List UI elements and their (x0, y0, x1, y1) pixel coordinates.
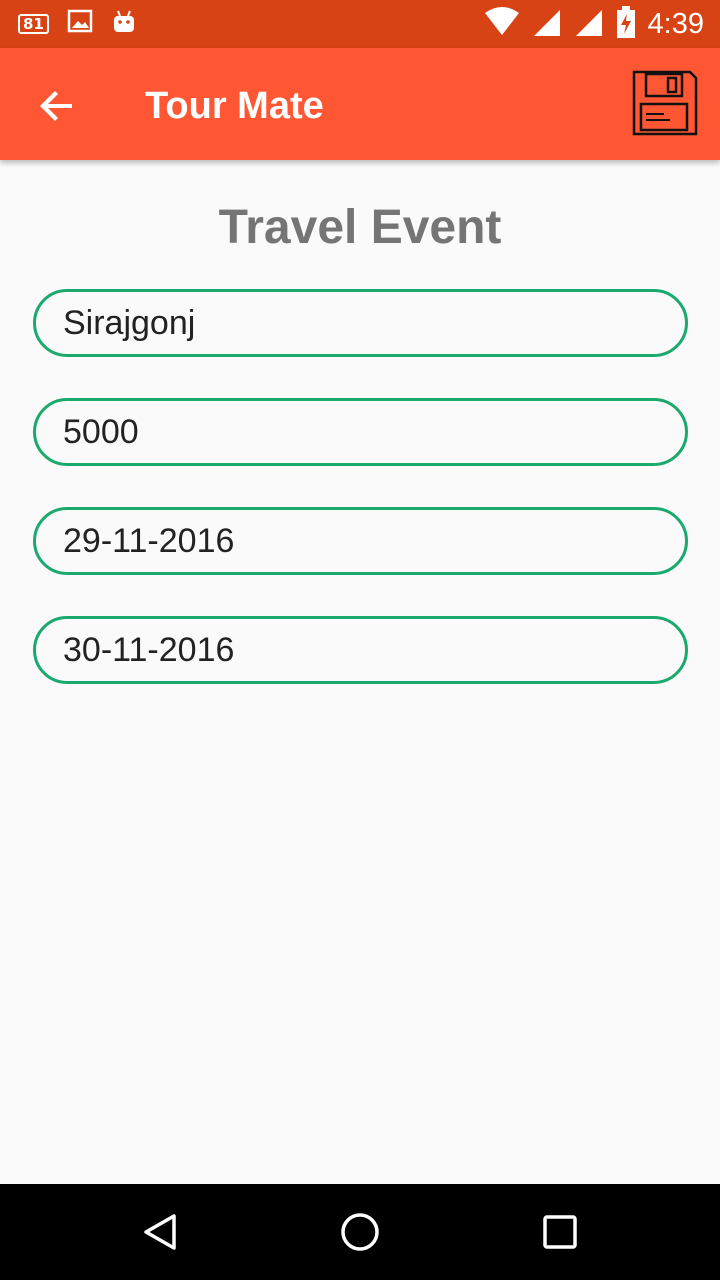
destination-input[interactable] (63, 292, 663, 354)
clock: 4:39 (647, 8, 704, 40)
app-title: Tour Mate (145, 85, 324, 127)
signal-icon (574, 7, 604, 42)
home-circle-icon (341, 1213, 379, 1251)
nav-recents-button[interactable] (536, 1208, 584, 1256)
status-bar: 81 4:39 (0, 0, 720, 48)
destination-field[interactable] (33, 289, 688, 357)
image-icon (67, 9, 93, 38)
floppy-disk-icon (632, 70, 698, 136)
battery-charging-icon (616, 6, 636, 43)
recents-square-icon (543, 1215, 577, 1249)
signal-icon (532, 7, 562, 42)
start-date-input[interactable] (63, 510, 663, 572)
wifi-icon (484, 7, 520, 42)
end-date-input[interactable] (63, 619, 663, 681)
budget-field[interactable] (33, 398, 688, 466)
back-button[interactable] (32, 82, 80, 130)
navigation-bar (0, 1184, 720, 1280)
notification-count-icon: 81 (18, 13, 49, 34)
arrow-back-icon (40, 91, 72, 121)
app-bar: Tour Mate (0, 48, 720, 160)
nav-home-button[interactable] (336, 1208, 384, 1256)
back-triangle-icon (144, 1214, 176, 1250)
end-date-field[interactable] (33, 616, 688, 684)
start-date-field[interactable] (33, 507, 688, 575)
budget-input[interactable] (63, 401, 663, 463)
save-button[interactable] (626, 68, 702, 140)
android-icon (111, 8, 137, 39)
page-heading: Travel Event (218, 201, 502, 254)
nav-back-button[interactable] (136, 1208, 184, 1256)
